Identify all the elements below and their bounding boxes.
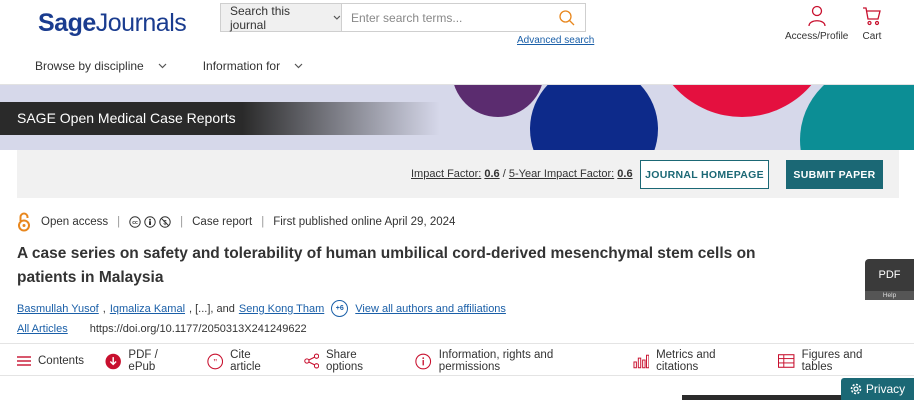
sage-journals-logo[interactable]: SageJournals	[38, 9, 187, 38]
information-for-menu[interactable]: Information for	[203, 59, 303, 73]
svg-text:": "	[213, 357, 217, 368]
journal-banner: SAGE Open Medical Case Reports	[0, 85, 914, 150]
advanced-search-link[interactable]: Advanced search	[517, 35, 594, 46]
chevron-down-icon	[294, 63, 303, 69]
cart-button[interactable]: Cart	[862, 5, 882, 42]
impact-factor-label[interactable]: Impact Factor:	[411, 168, 481, 180]
gear-icon	[850, 383, 862, 395]
search-scope-select[interactable]: Search this journal	[221, 3, 342, 32]
tabs-divider-top	[0, 343, 914, 344]
author-link[interactable]: Seng Kong Tham	[239, 303, 324, 315]
search-scope-label: Search this journal	[230, 3, 291, 32]
tab-contents-label: Contents	[38, 355, 85, 367]
sub-navigation: Browse by discipline Information for	[35, 59, 303, 73]
chevron-down-icon	[158, 63, 167, 69]
privacy-label: Privacy	[865, 382, 906, 396]
logo-sage-text: Sage	[38, 9, 96, 37]
privacy-button[interactable]: Privacy	[841, 378, 914, 400]
tab-information-rights[interactable]: Information, rights and permissions	[415, 349, 611, 373]
search-bar: Search this journal	[220, 3, 586, 32]
article-type: Case report	[192, 216, 253, 228]
tab-contents[interactable]: Contents	[17, 355, 84, 367]
author-list: Basmullah Yusof, Iqmaliza Kamal , [...],…	[17, 300, 506, 317]
article-tools-tabs: Contents PDF / ePub " Cite article Share…	[17, 349, 914, 373]
five-year-impact-label[interactable]: 5-Year Impact Factor:	[509, 168, 614, 180]
journal-name[interactable]: SAGE Open Medical Case Reports	[17, 110, 236, 126]
by-attribution-icon	[144, 216, 156, 228]
pdf-tab-label: PDF	[878, 269, 901, 281]
impact-factor-text: Impact Factor: 0.6 / 5-Year Impact Facto…	[411, 168, 633, 180]
access-profile-button[interactable]: Access/Profile	[785, 5, 848, 42]
bar-chart-icon	[633, 354, 650, 369]
meta-separator: |	[117, 216, 121, 228]
open-access-label: Open access	[41, 216, 109, 228]
doi-link[interactable]: https://doi.org/10.1177/2050313X24124962…	[90, 323, 307, 335]
info-icon	[415, 353, 432, 369]
cart-icon	[863, 7, 881, 26]
impact-factor-value[interactable]: 0.6	[484, 168, 499, 180]
access-profile-label: Access/Profile	[785, 31, 849, 42]
author-link[interactable]: Basmullah Yusof	[17, 303, 99, 315]
doi-row: All Articles https://doi.org/10.1177/205…	[17, 323, 307, 335]
five-year-impact-value[interactable]: 0.6	[617, 168, 632, 180]
tabs-divider-bottom	[0, 375, 914, 376]
table-icon	[778, 354, 795, 368]
download-icon	[105, 353, 121, 369]
noncommercial-icon: $	[159, 216, 171, 228]
license-icons[interactable]: cc $	[129, 216, 171, 228]
meta-separator: |	[180, 216, 184, 228]
search-button[interactable]	[549, 4, 585, 31]
view-all-authors-link[interactable]: View all authors and affiliations	[355, 303, 506, 315]
cart-label: Cart	[862, 31, 882, 42]
quote-icon: "	[207, 353, 223, 369]
pdf-side-tab[interactable]: PDF Help	[865, 259, 914, 300]
svg-text:cc: cc	[132, 220, 138, 226]
article-title: A case series on safety and tolerability…	[17, 245, 756, 286]
chevron-down-icon	[333, 15, 341, 20]
journal-homepage-button[interactable]: JOURNAL HOMEPAGE	[640, 160, 769, 189]
tab-share-options[interactable]: Share options	[303, 349, 395, 373]
all-articles-link[interactable]: All Articles	[17, 323, 68, 335]
tab-share-label: Share options	[325, 349, 364, 373]
author-ellipsis: , [...], and	[189, 302, 235, 315]
info-label: Information for	[202, 59, 281, 73]
browse-by-discipline-menu[interactable]: Browse by discipline	[35, 59, 167, 73]
banner-circle-teal	[800, 85, 914, 150]
share-icon	[303, 353, 319, 369]
banner-circle-navy	[530, 85, 658, 150]
open-access-icon	[18, 212, 30, 232]
tab-cite-article[interactable]: " Cite article	[207, 349, 283, 373]
tab-pdf-label: PDF / ePub	[128, 349, 158, 373]
submit-paper-button[interactable]: SUBMIT PAPER	[786, 160, 883, 189]
tab-metrics-citations[interactable]: Metrics and citations	[633, 349, 758, 373]
search-icon	[559, 9, 575, 25]
tab-pdf-epub[interactable]: PDF / ePub	[105, 349, 186, 373]
article-meta: Open access | cc $ | Case report | First…	[17, 212, 455, 232]
tab-figures-tables[interactable]: Figures and tables	[778, 349, 893, 373]
more-authors-badge[interactable]: +6	[331, 300, 349, 317]
search-input[interactable]	[342, 4, 549, 31]
author-link[interactable]: Iqmaliza Kamal	[110, 303, 185, 315]
banner-circle-purple	[452, 85, 544, 117]
user-icon	[808, 5, 826, 27]
tab-cite-label: Cite article	[230, 349, 261, 373]
help-label[interactable]: Help	[865, 291, 914, 300]
tab-figures-label: Figures and tables	[801, 349, 863, 373]
published-date: First published online April 29, 2024	[273, 216, 456, 228]
logo-journals-text: Journals	[95, 9, 187, 37]
cc-icon: cc	[129, 216, 141, 228]
meta-separator: |	[261, 216, 265, 228]
browse-label: Browse by discipline	[35, 59, 144, 73]
tab-metrics-label: Metrics and citations	[656, 349, 716, 373]
impact-slash: /	[502, 168, 506, 180]
list-icon	[17, 356, 31, 366]
tab-info-label: Information, rights and permissions	[438, 349, 554, 373]
